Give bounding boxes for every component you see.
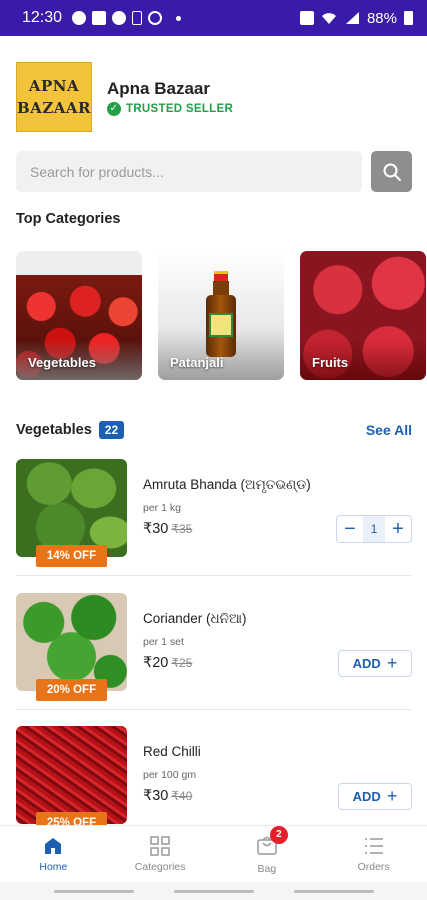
product-price: ₹20: [143, 655, 169, 671]
nav-orders[interactable]: Orders: [320, 826, 427, 882]
category-label: Vegetables: [28, 355, 96, 370]
category-label: Patanjali: [170, 355, 224, 370]
plus-icon: +: [386, 786, 398, 806]
nav-label: Orders: [357, 861, 390, 873]
add-to-bag-button[interactable]: ADD +: [338, 783, 412, 810]
wifi-icon: [321, 13, 336, 24]
logo-text-line1: APNA: [28, 77, 80, 95]
category-vegetables[interactable]: Vegetables: [16, 251, 142, 380]
search-input[interactable]: [16, 151, 362, 192]
product-price-row: ₹30 ₹40: [143, 788, 192, 804]
logo-text-line2: BAZAAR: [17, 99, 92, 117]
status-bar: 12:30 88%: [0, 0, 427, 36]
quantity-value: 1: [363, 516, 385, 542]
patanjali-image: [206, 271, 236, 361]
app-icon: [112, 11, 127, 25]
product-image: [16, 593, 127, 691]
product-name: Red Chilli: [143, 744, 201, 759]
product-mrp: ₹35: [171, 522, 193, 536]
product-price: ₹30: [143, 788, 169, 804]
store-logo: APNA BAZAAR: [16, 62, 92, 132]
nav-bag[interactable]: 2 Bag: [214, 825, 321, 882]
product-card[interactable]: 25% OFF Red Chilli per 100 gm ₹30 ₹40 ADD…: [16, 726, 412, 825]
vegetables-title: Vegetables: [16, 422, 92, 438]
product-name: Coriander (ଧନିଆ): [143, 611, 247, 626]
store-name: Apna Bazaar: [107, 78, 210, 98]
product-unit: per 100 gm: [143, 769, 197, 781]
product-mrp: ₹25: [171, 656, 193, 670]
nav-home[interactable]: Home: [0, 826, 107, 882]
store-header: APNA BAZAAR Apna Bazaar ✓ TRUSTED SELLER: [16, 62, 233, 132]
nav-categories[interactable]: Categories: [107, 826, 214, 882]
discount-badge: 20% OFF: [36, 679, 107, 701]
product-price: ₹30: [143, 521, 169, 537]
battery-percent: 88%: [366, 9, 397, 27]
add-label: ADD: [352, 789, 381, 804]
whatsapp-icon: [72, 11, 87, 25]
vegetables-count-badge: 22: [98, 421, 125, 439]
product-image: [16, 726, 127, 824]
plus-icon: +: [386, 653, 398, 673]
trusted-seller-badge: ✓ TRUSTED SELLER: [107, 101, 234, 116]
product-unit: per 1 kg: [143, 502, 181, 514]
quantity-stepper: − 1 +: [336, 515, 412, 543]
bag-count-badge: 2: [269, 825, 288, 844]
divider: [16, 575, 412, 576]
add-label: ADD: [352, 656, 381, 671]
increase-quantity-button[interactable]: +: [385, 516, 411, 542]
discount-badge: 14% OFF: [36, 545, 107, 567]
top-categories-title: Top Categories: [16, 211, 121, 227]
category-label: Fruits: [312, 355, 349, 370]
product-card[interactable]: 20% OFF Coriander (ଧନିଆ) per 1 set ₹20 ₹2…: [16, 593, 412, 704]
add-to-bag-button[interactable]: ADD +: [338, 650, 412, 677]
search-icon: [383, 163, 401, 181]
product-name: Amruta Bhanda (ଅମୃତଭଣ୍ଡ): [143, 477, 311, 492]
nav-label: Bag: [257, 862, 277, 875]
product-image: [16, 459, 127, 557]
product-unit: per 1 set: [143, 636, 184, 648]
battery-icon: [404, 11, 413, 25]
data-icon: [132, 11, 143, 25]
chat-icon: [92, 11, 107, 25]
decrease-quantity-button[interactable]: −: [337, 516, 363, 542]
list-icon: [364, 838, 383, 854]
category-fruits[interactable]: Fruits: [300, 251, 426, 380]
product-mrp: ₹40: [171, 789, 193, 803]
product-card[interactable]: 14% OFF Amruta Bhanda (ଅମୃତଭଣ୍ଡ) per 1 k…: [16, 459, 412, 570]
nav-label: Categories: [134, 861, 186, 873]
grid-icon: [150, 836, 170, 856]
see-all-link[interactable]: See All: [366, 422, 412, 438]
nav-label: Home: [39, 861, 68, 873]
bottom-nav: Home Categories 2 Bag Orders: [0, 825, 427, 882]
signal-icon: [345, 12, 359, 24]
category-list: Vegetables Patanjali Fruits: [16, 251, 427, 380]
product-price-row: ₹20 ₹25: [143, 655, 192, 671]
alarm-icon: [299, 11, 314, 25]
search-bar: [16, 151, 412, 192]
system-gesture-bar: [0, 882, 427, 900]
vegetables-section-header: Vegetables 22 See All: [16, 421, 412, 439]
search-button[interactable]: [371, 151, 412, 192]
discount-badge: 25% OFF: [36, 812, 107, 825]
status-time: 12:30: [22, 9, 63, 26]
check-circle-icon: ✓: [107, 101, 121, 116]
category-patanjali[interactable]: Patanjali: [158, 251, 284, 380]
home-icon: [45, 838, 62, 854]
notification-dot-icon: [176, 15, 182, 21]
trusted-seller-label: TRUSTED SELLER: [126, 102, 234, 115]
payment-icon: [148, 11, 163, 25]
product-price-row: ₹30 ₹35: [143, 521, 192, 537]
divider: [16, 709, 412, 710]
